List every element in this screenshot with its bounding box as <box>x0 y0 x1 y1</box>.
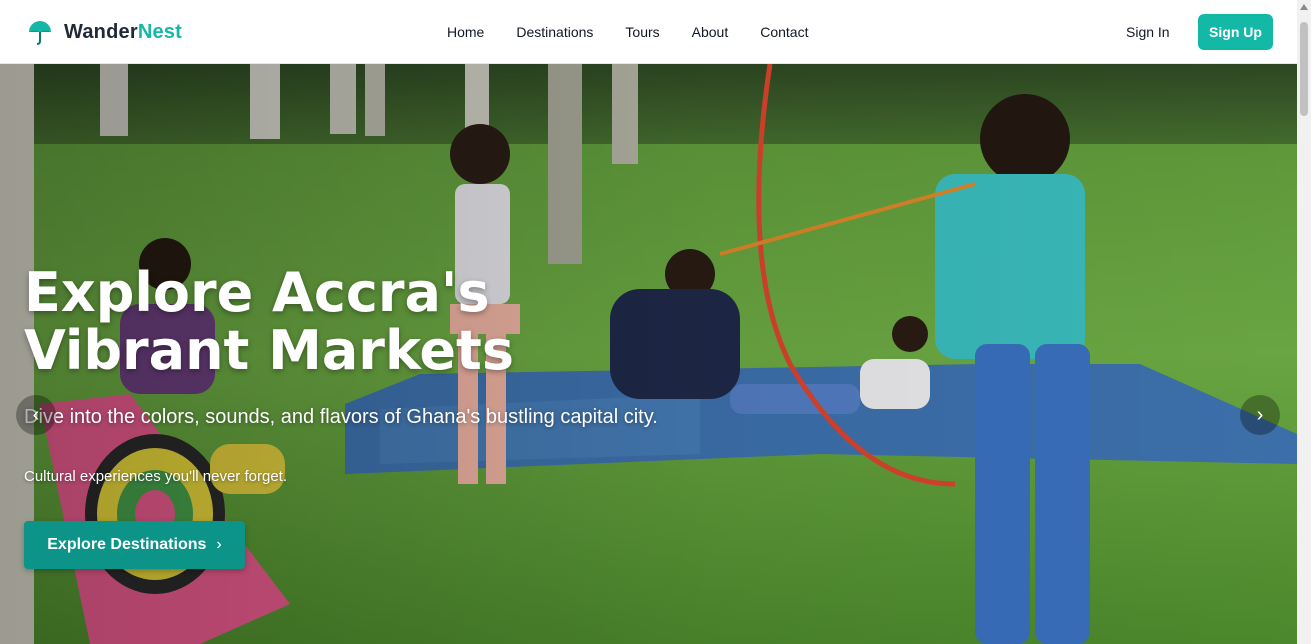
chevron-right-icon: › <box>1256 403 1264 426</box>
hero-title: Explore Accra's Vibrant Markets <box>24 261 514 382</box>
hero-subtitle: Dive into the colors, sounds, and flavor… <box>24 406 658 428</box>
cta-label: Explore Destinations <box>47 536 207 553</box>
sign-in-button[interactable]: Sign In <box>1109 14 1187 50</box>
page-scrollbar[interactable] <box>1297 0 1311 644</box>
main-nav: Home Destinations Tours About Contact <box>447 0 808 64</box>
sign-up-button[interactable]: Sign Up <box>1198 14 1273 50</box>
explore-destinations-button[interactable]: Explore Destinations › <box>24 521 245 569</box>
chevron-right-icon: › <box>216 536 222 553</box>
brand-name: WanderNest <box>64 20 182 43</box>
carousel-prev-button[interactable]: ‹ <box>16 395 56 435</box>
hero-tagline: Cultural experiences you'll never forget… <box>24 468 287 485</box>
nav-about[interactable]: About <box>692 24 729 40</box>
chevron-left-icon: ‹ <box>32 403 40 426</box>
nav-destinations[interactable]: Destinations <box>516 24 593 40</box>
hero-carousel: Explore Accra's Vibrant Markets Dive int… <box>0 64 1297 644</box>
scrollbar-thumb[interactable] <box>1300 22 1308 116</box>
scroll-up-arrow-icon[interactable] <box>1300 4 1308 10</box>
nav-home[interactable]: Home <box>447 24 484 40</box>
umbrella-icon <box>29 21 51 45</box>
nav-tours[interactable]: Tours <box>625 24 659 40</box>
site-header: WanderNest Home Destinations Tours About… <box>0 0 1297 64</box>
carousel-next-button[interactable]: › <box>1240 395 1280 435</box>
brand-logo[interactable]: WanderNest <box>26 18 182 46</box>
nav-contact[interactable]: Contact <box>760 24 808 40</box>
